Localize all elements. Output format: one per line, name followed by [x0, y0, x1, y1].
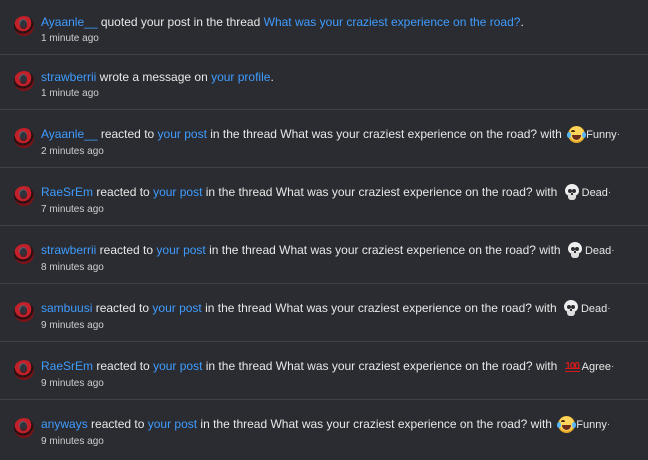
notification-action-text: reacted to — [87, 417, 148, 431]
notification-text: strawberrii wrote a message on your prof… — [41, 68, 638, 86]
reaction-label: Funny — [586, 128, 617, 141]
avatar[interactable] — [14, 244, 34, 264]
username-link[interactable]: anyways — [41, 417, 88, 431]
separator-dot: · — [607, 186, 612, 198]
notification-time: 7 minutes ago — [41, 203, 104, 215]
username-link[interactable]: Ayaanle__ — [41, 127, 98, 141]
notification-time: 9 minutes ago — [41, 377, 104, 389]
thread-link[interactable]: What was your craziest experience on the… — [264, 15, 521, 29]
reaction: Funny · — [557, 416, 611, 434]
avatar[interactable] — [14, 302, 34, 322]
username-link[interactable]: strawberrii — [41, 243, 96, 257]
avatar[interactable] — [14, 128, 34, 148]
notification-time: 1 minute ago — [41, 88, 99, 99]
separator-dot: · — [611, 244, 615, 256]
skull-icon — [563, 300, 580, 317]
avatar[interactable] — [14, 360, 34, 380]
notification-text: Ayaanle__ reacted to your post in the th… — [41, 125, 638, 144]
notification-item[interactable]: Ayaanle__ quoted your post in the thread… — [0, 0, 648, 55]
notification-punctuation: . — [270, 70, 274, 84]
profile-link[interactable]: your profile — [211, 70, 270, 84]
post-link[interactable]: your post — [158, 127, 207, 141]
notification-content: Ayaanle__ quoted your post in the thread… — [41, 13, 638, 47]
hundred-points-icon: 100 — [564, 358, 581, 375]
notification-list: Ayaanle__ quoted your post in the thread… — [0, 0, 648, 460]
separator-dot: · — [616, 128, 621, 140]
thread-text: in the thread What was your craziest exp… — [206, 127, 566, 141]
post-link[interactable]: your post — [152, 301, 201, 315]
notification-item[interactable]: strawberrii reacted to your post in the … — [0, 226, 648, 284]
notification-content: sambuusi reacted to your post in the thr… — [41, 299, 638, 334]
notification-action-text: reacted to — [93, 359, 154, 373]
username-link[interactable]: Ayaanle__ — [41, 15, 98, 29]
avatar[interactable] — [14, 418, 34, 438]
skull-icon — [567, 242, 584, 259]
reaction: Funny · — [567, 126, 621, 144]
notification-content: Ayaanle__ reacted to your post in the th… — [41, 125, 638, 160]
post-link[interactable]: your post — [153, 359, 202, 373]
notification-text: strawberrii reacted to your post in the … — [41, 241, 638, 260]
notification-action-text: quoted your post in the thread — [97, 15, 264, 29]
notification-action-text: reacted to — [96, 243, 157, 257]
notification-item[interactable]: Ayaanle__ reacted to your post in the th… — [0, 110, 648, 168]
notification-punctuation: . — [520, 15, 524, 29]
notification-action-text: reacted to — [93, 185, 154, 199]
reaction-label: Funny — [576, 418, 607, 431]
reaction-label: Agree — [581, 360, 611, 373]
post-link[interactable]: your post — [148, 417, 197, 431]
avatar[interactable] — [14, 186, 34, 206]
notification-text: sambuusi reacted to your post in the thr… — [41, 299, 638, 318]
thread-text: in the thread What was your craziest exp… — [201, 301, 560, 315]
notification-item[interactable]: anyways reacted to your post in the thre… — [0, 400, 648, 460]
notification-content: strawberrii wrote a message on your prof… — [41, 68, 638, 102]
notification-action-text: wrote a message on — [96, 70, 212, 84]
username-link[interactable]: strawberrii — [41, 70, 96, 84]
skull-icon — [564, 184, 581, 201]
separator-dot: · — [610, 360, 615, 372]
thread-text: in the thread What was your craziest exp… — [205, 243, 564, 257]
thread-text: in the thread What was your craziest exp… — [202, 359, 561, 373]
avatar[interactable] — [14, 16, 34, 36]
funny-emoji-icon — [557, 416, 577, 434]
notification-text: anyways reacted to your post in the thre… — [41, 415, 638, 434]
notification-time: 9 minutes ago — [41, 319, 104, 331]
notification-time: 2 minutes ago — [41, 145, 104, 157]
notification-text: Ayaanle__ quoted your post in the thread… — [41, 13, 638, 31]
username-link[interactable]: RaeSrEm — [41, 185, 93, 199]
funny-emoji-icon — [567, 126, 587, 144]
reaction-label: Dead — [580, 302, 608, 315]
separator-dot: · — [607, 302, 611, 314]
reaction: Dead · — [567, 242, 615, 260]
notification-item[interactable]: RaeSrEm reacted to your post in the thre… — [0, 168, 648, 226]
thread-text: in the thread What was your craziest exp… — [202, 185, 561, 199]
username-link[interactable]: sambuusi — [41, 301, 92, 315]
notification-time: 9 minutes ago — [41, 435, 104, 447]
notification-content: RaeSrEm reacted to your post in the thre… — [41, 357, 638, 392]
reaction-label: Dead — [581, 186, 608, 199]
notification-text: RaeSrEm reacted to your post in the thre… — [41, 357, 638, 376]
post-link[interactable]: your post — [156, 243, 205, 257]
notification-action-text: reacted to — [92, 301, 153, 315]
thread-text: in the thread What was your craziest exp… — [197, 417, 556, 431]
username-link[interactable]: RaeSrEm — [41, 359, 93, 373]
avatar[interactable] — [14, 71, 34, 91]
reaction: Dead · — [563, 300, 611, 318]
notification-content: anyways reacted to your post in the thre… — [41, 415, 638, 450]
notification-action-text: reacted to — [97, 127, 158, 141]
reaction: 100 Agree · — [564, 358, 615, 376]
notification-item[interactable]: sambuusi reacted to your post in the thr… — [0, 284, 648, 342]
notification-content: strawberrii reacted to your post in the … — [41, 241, 638, 276]
notification-text: RaeSrEm reacted to your post in the thre… — [41, 183, 638, 202]
notification-content: RaeSrEm reacted to your post in the thre… — [41, 183, 638, 218]
reaction: Dead · — [564, 184, 612, 202]
reaction-label: Dead — [584, 244, 612, 257]
separator-dot: · — [606, 418, 611, 430]
notification-item[interactable]: strawberrii wrote a message on your prof… — [0, 55, 648, 110]
notification-item[interactable]: RaeSrEm reacted to your post in the thre… — [0, 342, 648, 400]
post-link[interactable]: your post — [153, 185, 202, 199]
notification-time: 1 minute ago — [41, 33, 99, 44]
notification-time: 8 minutes ago — [41, 261, 104, 273]
